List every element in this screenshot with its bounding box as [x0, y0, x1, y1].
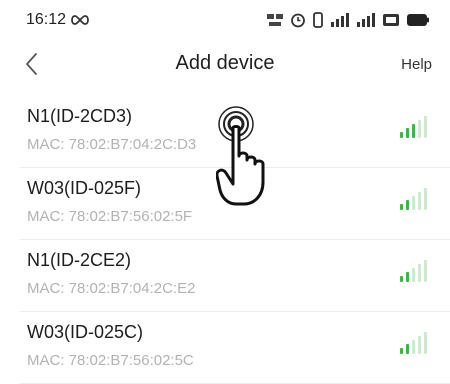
device-name: W03(ID-025F) — [27, 178, 142, 198]
vibrate-icon — [312, 12, 324, 28]
device-mac: MAC: 78:02:B7:04:2C:E2 — [27, 280, 196, 297]
wifi-signal-icon — [400, 332, 427, 354]
device-item[interactable]: N1(ID-2CE2) MAC: 78:02:B7:04:2C:E2 — [0, 240, 450, 312]
data-speed-icon — [266, 12, 284, 28]
alarm-icon — [290, 12, 306, 28]
status-bar: 16:12 — [0, 0, 450, 40]
device-item[interactable]: W03(ID-025C) MAC: 78:02:B7:56:02:5C — [0, 312, 450, 384]
wifi-signal-icon — [400, 188, 427, 210]
device-item[interactable]: N1(ID-2CD3) MAC: 78:02:B7:04:2C:D3 — [0, 96, 450, 168]
signal-1-icon — [330, 12, 350, 28]
signal-2-icon — [356, 12, 376, 28]
help-link[interactable]: Help — [401, 56, 432, 73]
status-time: 16:12 — [26, 11, 67, 28]
device-mac: MAC: 78:02:B7:56:02:5F — [27, 208, 193, 225]
status-icons — [266, 12, 430, 28]
infinity-icon — [70, 13, 90, 31]
device-name: W03(ID-025C) — [27, 322, 144, 342]
device-list: N1(ID-2CD3) MAC: 78:02:B7:04:2C:D3 W03(I… — [0, 96, 450, 384]
device-name: N1(ID-2CD3) — [27, 106, 133, 126]
device-name: N1(ID-2CE2) — [27, 250, 132, 270]
device-mac: MAC: 78:02:B7:04:2C:D3 — [27, 136, 197, 153]
nav-bar: Add device Help — [0, 42, 450, 86]
hd-icon — [382, 12, 400, 28]
page-title: Add device — [175, 52, 275, 74]
device-item[interactable]: W03(ID-025F) MAC: 78:02:B7:56:02:5F — [0, 168, 450, 240]
battery-icon — [406, 13, 430, 27]
wifi-signal-icon — [400, 260, 427, 282]
device-mac: MAC: 78:02:B7:56:02:5C — [27, 352, 194, 369]
wifi-signal-icon — [400, 116, 427, 138]
